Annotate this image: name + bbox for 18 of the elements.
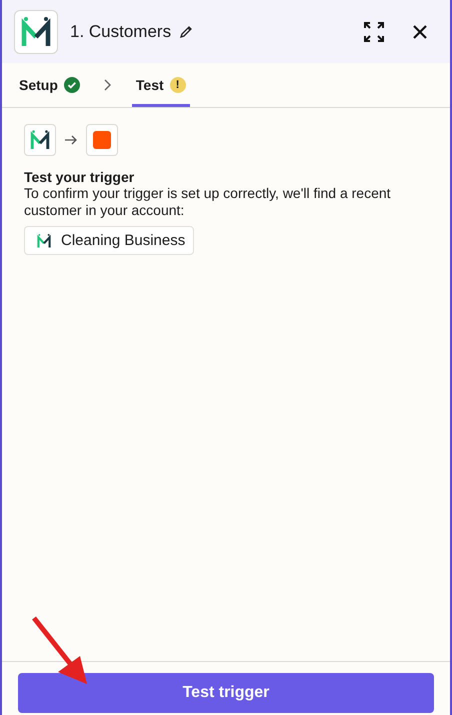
chevron-icon bbox=[104, 79, 112, 91]
step-tab[interactable]: Setup bbox=[15, 63, 84, 107]
app-logo-icon bbox=[37, 232, 51, 248]
warning-badge: ! bbox=[170, 77, 186, 93]
arrow-icon bbox=[64, 135, 78, 145]
description-text: To confirm your trigger is set up correctly, we'll find a recent customer in your account: bbox=[24, 185, 392, 219]
step-title: 1. Customers bbox=[70, 22, 172, 42]
account-chip[interactable]: Cleaning Business bbox=[24, 226, 194, 255]
close-icon[interactable] bbox=[412, 24, 428, 40]
expand-icon[interactable] bbox=[364, 22, 384, 42]
edit-icon[interactable] bbox=[179, 24, 194, 38]
app-logo-icon bbox=[14, 10, 58, 54]
app-logo-icon bbox=[24, 124, 56, 156]
check-icon bbox=[64, 77, 80, 93]
test-trigger-button[interactable]: Test trigger bbox=[18, 673, 434, 713]
section-heading: Test your trigger bbox=[24, 169, 136, 185]
step-tab[interactable]: Test ! bbox=[132, 63, 190, 107]
app-icon bbox=[86, 124, 118, 156]
